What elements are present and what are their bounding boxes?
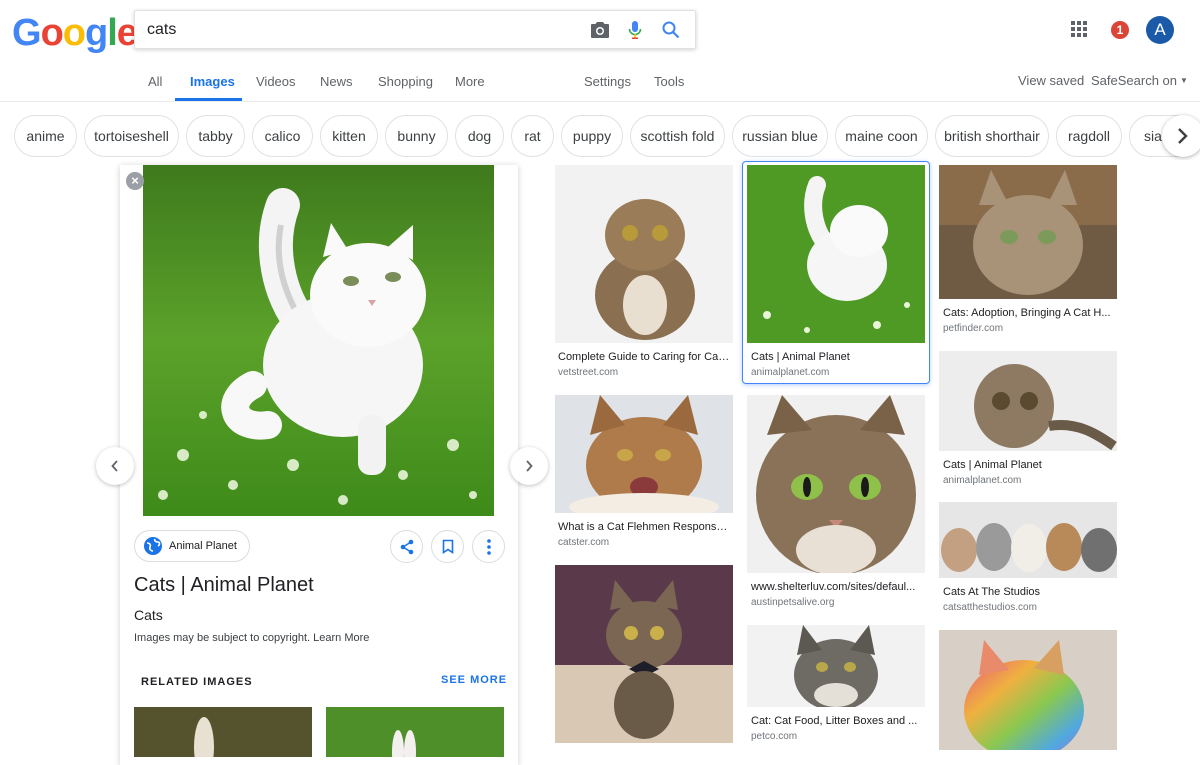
- microphone-icon[interactable]: [624, 19, 646, 41]
- bookmark-icon: [442, 539, 453, 554]
- result-site-4: animalplanet.com: [943, 475, 1022, 486]
- chevron-right-icon: [1178, 128, 1188, 144]
- see-more-link[interactable]: SEE MORE: [441, 674, 507, 686]
- result-site-5: catster.com: [558, 537, 610, 548]
- close-preview-button[interactable]: ×: [126, 172, 144, 190]
- notification-badge[interactable]: 1: [1111, 21, 1129, 39]
- top-bar: Google 1 A: [0, 0, 1200, 60]
- result-title-3[interactable]: Cats: Adoption, Bringing A Cat H...: [943, 307, 1113, 319]
- tab-shopping[interactable]: Shopping: [378, 74, 433, 89]
- google-logo[interactable]: Google: [12, 12, 138, 55]
- result-image-6[interactable]: [747, 395, 925, 573]
- logo-letter: g: [85, 12, 108, 54]
- chip-scottish-fold[interactable]: scottish fold: [630, 115, 725, 157]
- next-image-button[interactable]: [510, 447, 548, 485]
- safesearch-toggle[interactable]: SafeSearch on ▼: [1091, 73, 1188, 88]
- tab-images[interactable]: Images: [190, 74, 235, 89]
- chip-puppy[interactable]: puppy: [561, 115, 623, 157]
- tab-more[interactable]: More: [455, 74, 485, 89]
- chip-ragdoll[interactable]: ragdoll: [1056, 115, 1122, 157]
- tools-link[interactable]: Tools: [654, 74, 684, 89]
- account-avatar[interactable]: A: [1146, 16, 1174, 44]
- preview-subtitle: Cats: [134, 607, 163, 623]
- result-image-4[interactable]: [939, 351, 1117, 451]
- search-tabs-bar: All Images Videos News Shopping More Set…: [0, 60, 1200, 102]
- chevron-left-icon: [111, 460, 118, 472]
- chip-calico[interactable]: calico: [252, 115, 313, 157]
- previous-image-button[interactable]: [96, 447, 134, 485]
- caret-down-icon: ▼: [1180, 76, 1188, 85]
- tab-news[interactable]: News: [320, 74, 353, 89]
- related-searches-chips: anime tortoiseshell tabby calico kitten …: [0, 112, 1200, 160]
- search-icon[interactable]: [660, 19, 682, 41]
- share-button[interactable]: [390, 530, 423, 563]
- result-image-2[interactable]: [747, 165, 925, 343]
- chip-anime[interactable]: anime: [14, 115, 77, 157]
- result-site-2: animalplanet.com: [751, 367, 830, 378]
- chip-tortoiseshell[interactable]: tortoiseshell: [84, 115, 179, 157]
- active-tab-indicator: [175, 98, 242, 101]
- tab-all[interactable]: All: [148, 74, 162, 89]
- result-title-5[interactable]: What is a Cat Flehmen Response...: [558, 521, 730, 533]
- result-site-3: petfinder.com: [943, 323, 1004, 334]
- share-icon: [400, 539, 413, 554]
- result-site-6: austinpetsalive.org: [751, 597, 835, 608]
- result-image-9[interactable]: [747, 625, 925, 707]
- camera-icon[interactable]: [589, 19, 611, 41]
- search-box[interactable]: [134, 10, 696, 49]
- settings-link[interactable]: Settings: [584, 74, 631, 89]
- chips-next-button[interactable]: [1162, 115, 1200, 157]
- result-site-1: vetstreet.com: [558, 367, 619, 378]
- result-image-7[interactable]: [939, 502, 1117, 578]
- preview-title[interactable]: Cats | Animal Planet: [134, 574, 314, 597]
- result-image-3[interactable]: [939, 165, 1117, 299]
- chip-rat[interactable]: rat: [511, 115, 554, 157]
- result-title-8[interactable]: Cat: Cat Food, Litter Boxes and ...: [751, 715, 921, 727]
- apps-grid-icon[interactable]: [1070, 20, 1090, 40]
- chip-russian-blue[interactable]: russian blue: [732, 115, 828, 157]
- source-link[interactable]: Animal Planet: [134, 530, 250, 562]
- logo-letter: l: [107, 12, 118, 54]
- view-saved-link[interactable]: View saved: [1018, 73, 1084, 88]
- chip-british-shorthair[interactable]: british shorthair: [935, 115, 1049, 157]
- chip-tabby[interactable]: tabby: [186, 115, 245, 157]
- save-button[interactable]: [431, 530, 464, 563]
- more-options-button[interactable]: [472, 530, 505, 563]
- result-title-2[interactable]: Cats | Animal Planet: [751, 351, 921, 363]
- logo-letter: o: [40, 12, 64, 54]
- result-image-5[interactable]: [555, 395, 733, 513]
- copyright-notice[interactable]: Images may be subject to copyright. Lear…: [134, 632, 369, 644]
- related-images-heading: RELATED IMAGES: [141, 676, 253, 688]
- result-title-7[interactable]: Cats At The Studios: [943, 586, 1113, 598]
- result-title-4[interactable]: Cats | Animal Planet: [943, 459, 1113, 471]
- result-image-10[interactable]: [939, 630, 1117, 750]
- result-site-8: petco.com: [751, 731, 798, 742]
- search-input[interactable]: [147, 19, 567, 41]
- chip-bunny[interactable]: bunny: [385, 115, 448, 157]
- more-vertical-icon: [486, 538, 491, 555]
- result-site-7: catsatthestudios.com: [943, 602, 1037, 613]
- chip-kitten[interactable]: kitten: [320, 115, 378, 157]
- globe-icon: [144, 537, 162, 555]
- chip-dog[interactable]: dog: [455, 115, 504, 157]
- logo-letter: o: [62, 12, 86, 54]
- logo-letter: G: [12, 12, 42, 54]
- result-image-1[interactable]: [555, 165, 733, 343]
- chevron-right-icon: [526, 460, 533, 472]
- result-title-1[interactable]: Complete Guide to Caring for Cat...: [558, 351, 730, 363]
- result-image-8[interactable]: [555, 565, 733, 743]
- preview-image[interactable]: [143, 165, 494, 516]
- source-name: Animal Planet: [169, 540, 237, 552]
- result-title-6[interactable]: www.shelterluv.com/sites/defaul...: [751, 581, 921, 593]
- tab-videos[interactable]: Videos: [256, 74, 296, 89]
- chip-maine-coon[interactable]: maine coon: [835, 115, 928, 157]
